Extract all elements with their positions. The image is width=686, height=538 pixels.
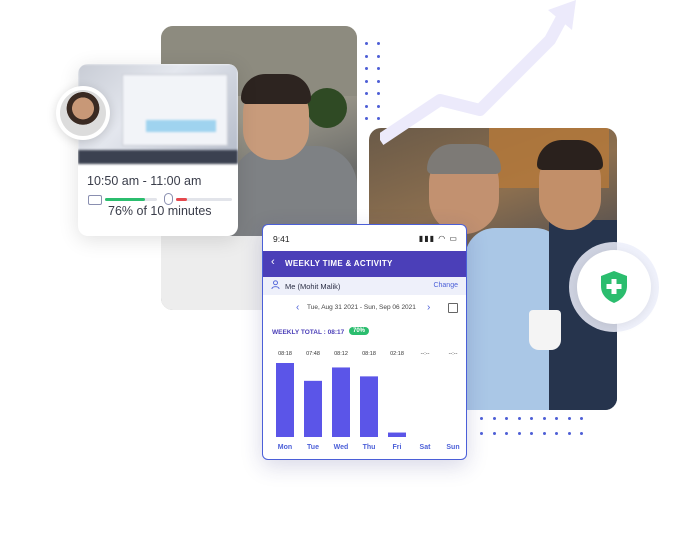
day-label: Mon: [278, 444, 292, 451]
day-label: Sat: [420, 444, 432, 451]
day-label: Fri: [393, 444, 402, 451]
dot: [377, 92, 380, 95]
weekly-bar-chart: 08:18 Mon 07:48 Tue 08:12 Wed 08:18 Thu 02:18 Fri…: [276, 351, 460, 451]
bar-value-label: 08:12: [334, 351, 348, 357]
bar-fri: [388, 432, 406, 437]
dot: [480, 417, 483, 420]
shield-badge: [569, 242, 659, 332]
weekly-total: WEEKLY TOTAL : 08:17: [272, 329, 345, 336]
activity-card: 10:50 am - 11:00 am 76% of 10 minutes: [78, 64, 238, 236]
trend-arrow-icon: [380, 0, 576, 145]
dot: [555, 417, 558, 420]
page-title: WEEKLY TIME & ACTIVITY: [285, 259, 393, 268]
mouse-activity-bar: [176, 198, 188, 201]
keyboard-activity-bar: [105, 198, 145, 201]
dot: [377, 67, 380, 70]
change-user-link[interactable]: Change: [433, 282, 458, 289]
keyboard-icon: [88, 195, 102, 205]
dot: [377, 117, 380, 120]
bar-value-label: 08:18: [278, 351, 292, 357]
dot: [377, 42, 380, 45]
dot: [377, 54, 380, 58]
next-week-icon[interactable]: ›: [427, 302, 430, 313]
weekly-percent-badge: 70%: [349, 327, 370, 335]
date-range: Tue, Aug 31 2021 - Sun, Sep 06 2021: [307, 304, 416, 311]
status-bar: 9:41 ▮▮▮ ◠ ▭: [263, 225, 466, 249]
bar-value-label: 07:48: [306, 351, 320, 357]
dot: [542, 432, 546, 435]
signal-battery-icon: ▮▮▮ ◠ ▭: [418, 234, 458, 243]
dot: [530, 417, 533, 420]
user-icon: [271, 280, 280, 290]
dot: [530, 432, 533, 435]
avatar: [56, 86, 110, 140]
user-row: Me (Mohit Malik) Change: [263, 277, 466, 295]
dot: [567, 432, 571, 435]
day-label: Sun: [446, 444, 459, 451]
dot: [505, 417, 508, 420]
bar-value-label: --:--: [421, 351, 430, 357]
dot: [580, 417, 583, 420]
dot: [365, 92, 368, 95]
dot: [517, 432, 521, 435]
dot: [567, 417, 571, 420]
dot: [377, 104, 380, 108]
dot: [365, 42, 368, 45]
dot: [555, 432, 558, 435]
dot: [365, 54, 368, 58]
bar-thu: [360, 376, 378, 437]
shield-plus-icon: [601, 271, 627, 303]
bar-value-label: 08:18: [362, 351, 376, 357]
user-name: Me (Mohit Malik): [285, 282, 341, 291]
bar-value-label: --:--: [449, 351, 458, 357]
dot: [480, 432, 483, 435]
day-label: Tue: [307, 444, 319, 451]
back-arrow-icon[interactable]: ‹: [271, 256, 275, 268]
status-time: 9:41: [273, 234, 290, 244]
dot: [365, 104, 368, 108]
time-range: 10:50 am - 11:00 am: [87, 174, 202, 188]
app-header: ‹ WEEKLY TIME & ACTIVITY: [263, 251, 466, 277]
bar-mon: [276, 363, 294, 437]
dot: [492, 417, 496, 420]
dot: [517, 417, 521, 420]
dot: [377, 79, 380, 83]
dot: [580, 432, 583, 435]
bar-tue: [304, 380, 322, 437]
calendar-icon[interactable]: [448, 303, 458, 313]
bar-wed: [332, 367, 350, 437]
day-label: Wed: [334, 444, 349, 451]
prev-week-icon[interactable]: ‹: [296, 302, 299, 313]
dot: [365, 67, 368, 70]
day-label: Thu: [363, 444, 376, 451]
dot: [492, 432, 496, 435]
dot: [365, 117, 368, 120]
dot: [542, 417, 546, 420]
activity-percent: 76% of 10 minutes: [108, 204, 212, 218]
dot: [505, 432, 508, 435]
phone-app: 9:41 ▮▮▮ ◠ ▭ ‹ WEEKLY TIME & ACTIVITY Me…: [262, 224, 467, 460]
bar-value-label: 02:18: [390, 351, 404, 357]
date-range-row: ‹ Tue, Aug 31 2021 - Sun, Sep 06 2021 ›: [263, 302, 466, 317]
dot: [365, 79, 368, 83]
